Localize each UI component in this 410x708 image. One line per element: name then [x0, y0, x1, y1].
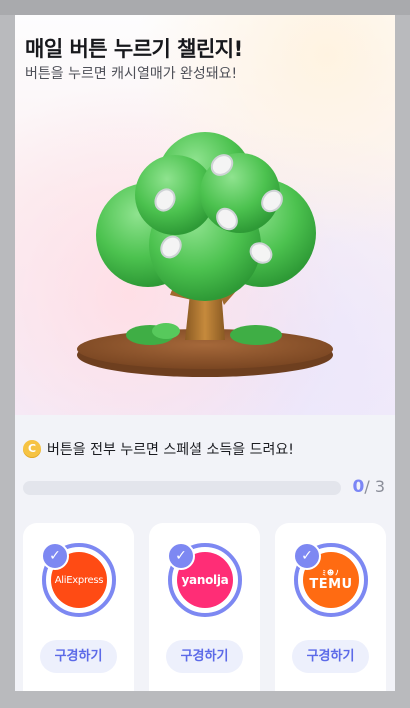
progress-current: 0 — [352, 477, 365, 497]
brand-logo-text: AliExpress — [54, 574, 104, 586]
check-icon: ✓ — [41, 542, 69, 570]
cash-tree-illustration — [77, 132, 333, 377]
brand-logo-text: yanolja — [181, 573, 229, 587]
brand-card-temu: ﾐ☻ﾉ TEMU ✓ 구경하기 — [275, 523, 386, 691]
brand-logo-text: TEMU — [309, 576, 353, 592]
progress-total: 3 — [374, 477, 385, 496]
coin-icon: C — [23, 440, 41, 458]
temu-mark: ﾐ☻ﾉ — [322, 568, 340, 577]
brand-card-yanolja: yanolja ✓ 구경하기 — [149, 523, 260, 691]
browse-button-aliexpress[interactable]: 구경하기 — [40, 640, 117, 673]
tree-crown — [96, 132, 316, 301]
top-strip — [0, 0, 410, 15]
page-title: 매일 버튼 누르기 챌린지! — [25, 37, 243, 61]
progress-count: 0/ 3 — [352, 477, 385, 497]
challenge-card: 매일 버튼 누르기 챌린지! 버튼을 누르면 캐시열매가 완성돼요! C 버튼을… — [15, 15, 395, 691]
brand-card-aliexpress: AliExpress ✓ 구경하기 — [23, 523, 134, 691]
browse-button-yanolja[interactable]: 구경하기 — [166, 640, 243, 673]
hero-section: 매일 버튼 누르기 챌린지! 버튼을 누르면 캐시열매가 완성돼요! — [15, 15, 395, 415]
progress-separator: / — [364, 477, 375, 496]
progress-bar — [23, 481, 341, 495]
check-icon: ✓ — [293, 542, 321, 570]
browse-button-temu[interactable]: 구경하기 — [292, 640, 369, 673]
page-subtitle: 버튼을 누르면 캐시열매가 완성돼요! — [25, 66, 238, 82]
mission-description: 버튼을 전부 누르면 스페셜 소득을 드려요! — [47, 442, 294, 458]
check-icon: ✓ — [167, 542, 195, 570]
